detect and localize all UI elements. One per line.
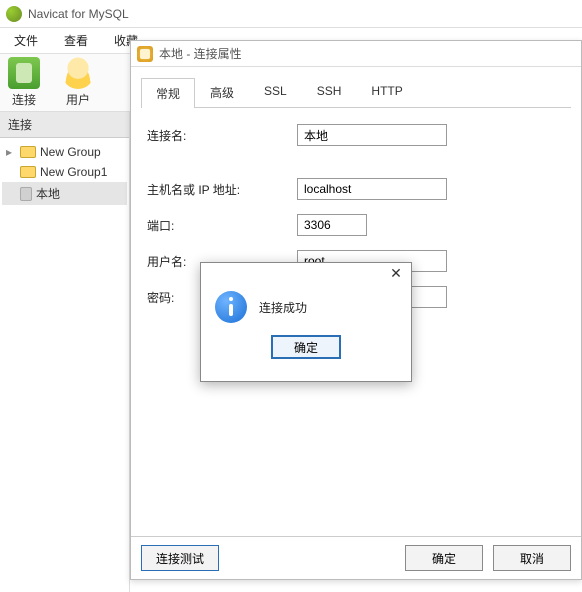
toolbar-user-label: 用户 — [66, 91, 90, 108]
connection-tree: ▸ New Group New Group1 本地 — [0, 138, 129, 209]
tree-label: New Group1 — [40, 165, 107, 179]
message-box: ✕ 连接成功 确定 — [200, 262, 412, 382]
tree-label: 本地 — [36, 185, 60, 202]
dialog-button-bar: 连接测试 确定 取消 — [131, 536, 581, 579]
app-title: Navicat for MySQL — [28, 7, 129, 21]
tree-row-connection[interactable]: 本地 — [2, 182, 127, 205]
tree-label: New Group — [40, 145, 101, 159]
input-port[interactable] — [297, 214, 367, 236]
message-titlebar: ✕ — [201, 263, 411, 285]
folder-icon — [20, 166, 36, 178]
label-connection-name: 连接名: — [147, 127, 297, 144]
message-text: 连接成功 — [259, 299, 307, 316]
tab-general[interactable]: 常规 — [141, 78, 195, 108]
toolbar-user-button[interactable]: 用户 — [62, 57, 94, 108]
dialog-title: 本地 - 连接属性 — [159, 45, 242, 62]
tab-http[interactable]: HTTP — [356, 77, 417, 107]
cancel-button[interactable]: 取消 — [493, 545, 571, 571]
menu-view[interactable]: 查看 — [54, 29, 98, 52]
input-connection-name[interactable] — [297, 124, 447, 146]
folder-icon — [20, 146, 36, 158]
test-connection-button[interactable]: 连接测试 — [141, 545, 219, 571]
dialog-titlebar: 本地 - 连接属性 — [131, 41, 581, 67]
tab-ssh[interactable]: SSH — [302, 77, 357, 107]
database-icon — [20, 187, 32, 201]
app-icon — [6, 6, 22, 22]
ok-button[interactable]: 确定 — [405, 545, 483, 571]
app-titlebar: Navicat for MySQL — [0, 0, 582, 28]
tree-row-group[interactable]: ▸ New Group — [2, 142, 127, 162]
menu-file[interactable]: 文件 — [4, 29, 48, 52]
connect-icon — [8, 57, 40, 89]
user-icon — [62, 57, 94, 89]
message-ok-button[interactable]: 确定 — [271, 335, 341, 359]
toolbar-connect-label: 连接 — [12, 91, 36, 108]
tab-advanced[interactable]: 高级 — [195, 77, 249, 107]
plug-icon — [137, 46, 153, 62]
input-host[interactable] — [297, 178, 447, 200]
label-host: 主机名或 IP 地址: — [147, 181, 297, 198]
sidebar-header: 连接 — [0, 112, 129, 138]
sidebar: 连接 ▸ New Group New Group1 本地 — [0, 112, 130, 592]
chevron-right-icon[interactable]: ▸ — [6, 145, 16, 159]
close-icon[interactable]: ✕ — [385, 265, 407, 283]
tab-ssl[interactable]: SSL — [249, 77, 302, 107]
toolbar-connect-button[interactable]: 连接 — [8, 57, 40, 108]
tree-row-group[interactable]: New Group1 — [2, 162, 127, 182]
info-icon — [215, 291, 247, 323]
label-port: 端口: — [147, 217, 297, 234]
dialog-tabs: 常规 高级 SSL SSH HTTP — [141, 77, 571, 108]
